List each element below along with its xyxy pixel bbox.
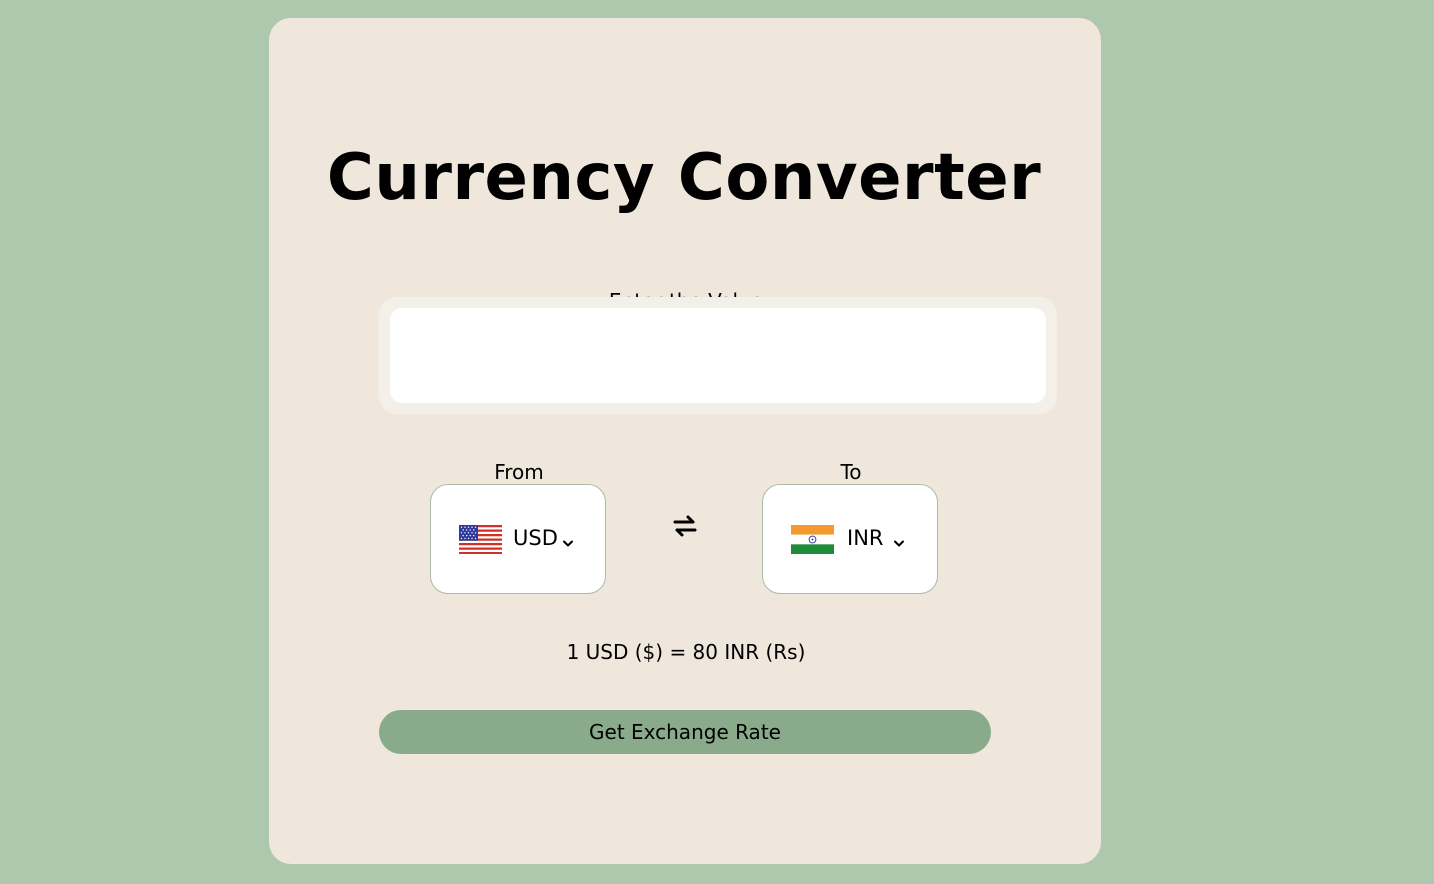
- chevron-down-icon: [562, 534, 574, 547]
- from-currency-code: USD: [513, 526, 558, 550]
- chevron-down-icon: [893, 534, 905, 547]
- converter-card: Currency Converter Enter the Value From: [269, 18, 1101, 864]
- get-exchange-rate-button[interactable]: Get Exchange Rate: [379, 710, 991, 754]
- us-flag-icon: [459, 525, 502, 554]
- to-currency-select[interactable]: INR: [762, 484, 938, 594]
- exchange-rate-text: 1 USD ($) = 80 INR (Rs): [566, 640, 806, 664]
- from-label: From: [494, 460, 544, 484]
- to-currency-code: INR: [847, 526, 884, 550]
- to-label: To: [840, 460, 862, 484]
- amount-input[interactable]: [390, 308, 1046, 403]
- india-flag-icon: [791, 525, 834, 554]
- amount-field-wrapper: [379, 297, 1057, 414]
- swap-arrows-icon[interactable]: [671, 514, 699, 538]
- page-title: Currency Converter: [326, 141, 1042, 215]
- from-currency-select[interactable]: USD: [430, 484, 606, 594]
